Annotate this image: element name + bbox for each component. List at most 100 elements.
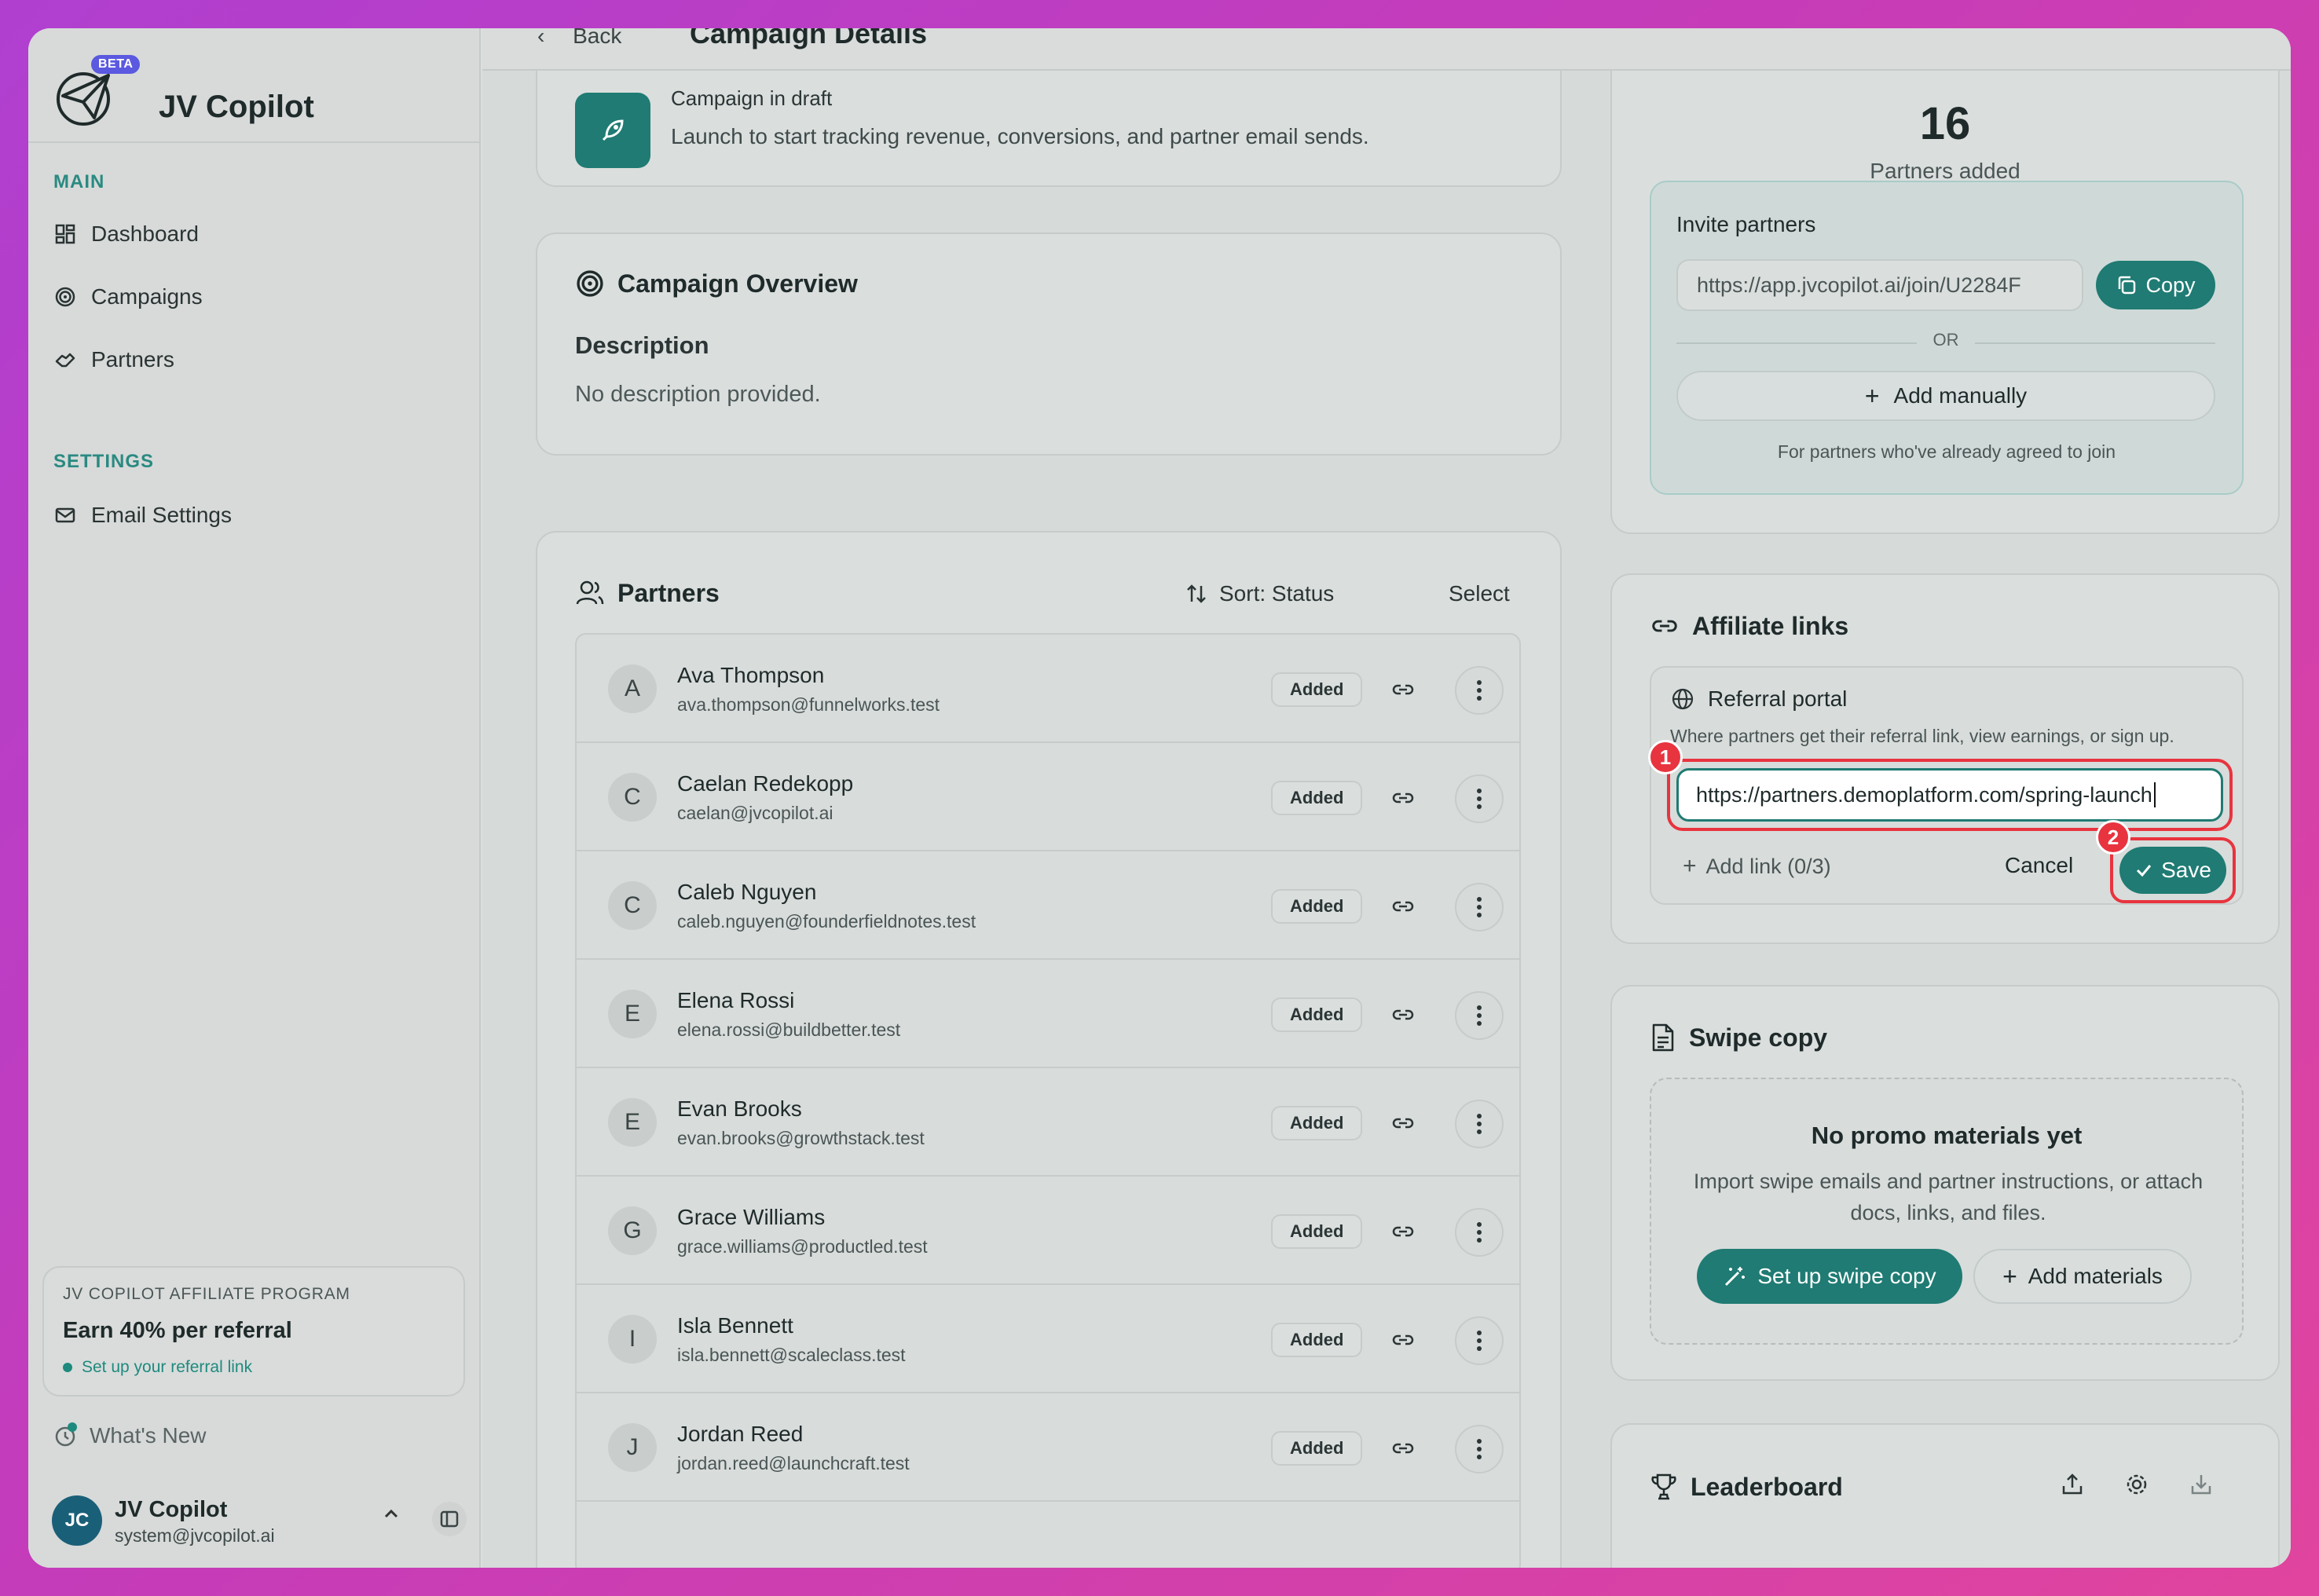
referral-portal-label: Referral portal: [1708, 686, 1848, 711]
sidebar-panel-icon: [440, 1510, 459, 1528]
partners-stats-card: 16 Partners added Invite partners https:…: [1610, 28, 2280, 534]
link-icon[interactable]: [1389, 1109, 1417, 1137]
referral-url-input[interactable]: https://partners.demoplatform.com/spring…: [1676, 768, 2223, 822]
link-icon[interactable]: [1389, 892, 1417, 921]
section-label-main: MAIN: [53, 171, 105, 192]
link-icon[interactable]: [1389, 1217, 1417, 1246]
copy-button[interactable]: Copy: [2096, 261, 2215, 309]
more-options-icon[interactable]: [1455, 1208, 1504, 1257]
sidebar-item-dashboard[interactable]: Dashboard: [53, 210, 462, 258]
top-bar: ‹ Back Campaign Details: [482, 28, 2291, 71]
more-options-icon[interactable]: [1455, 666, 1504, 715]
setup-swipe-label: Set up swipe copy: [1757, 1264, 1936, 1288]
check-icon: [2134, 861, 2153, 880]
handshake-icon: [53, 348, 77, 372]
list-item[interactable]: C Caleb Nguyen caleb.nguyen@founderfield…: [577, 851, 1519, 960]
back-button[interactable]: ‹ Back: [537, 28, 621, 49]
more-options-icon[interactable]: [1455, 883, 1504, 932]
partner-email: elena.rossi@buildbetter.test: [677, 1019, 901, 1040]
status-badge: Added: [1271, 1214, 1363, 1249]
card-title: Affiliate links: [1650, 611, 1848, 641]
link-icon[interactable]: [1389, 1434, 1417, 1462]
status-badge: Added: [1271, 1431, 1363, 1466]
sidebar-item-email-settings[interactable]: Email Settings: [53, 492, 462, 539]
sort-button[interactable]: Sort: Status: [1185, 581, 1334, 606]
sidebar-item-partners[interactable]: Partners: [53, 336, 462, 383]
brand[interactable]: BETA JV Copilot: [53, 52, 462, 138]
page-title: Campaign Details: [690, 28, 928, 49]
draft-description: Launch to start tracking revenue, conver…: [671, 124, 1369, 148]
more-options-icon[interactable]: [1455, 1100, 1504, 1148]
share-icon[interactable]: [2060, 1472, 2085, 1497]
promo-link[interactable]: Set up your referral link: [63, 1358, 445, 1377]
main-content: ‹ Back Campaign Details Campaign in draf…: [482, 28, 2291, 1568]
partner-email: caelan@jvcopilot.ai: [677, 803, 833, 823]
link-icon[interactable]: [1389, 1001, 1417, 1029]
more-options-icon[interactable]: [1455, 991, 1504, 1040]
partner-email: caleb.nguyen@founderfieldnotes.test: [677, 911, 976, 932]
list-item[interactable]: E Elena Rossi elena.rossi@buildbetter.te…: [577, 960, 1519, 1068]
status-badge: Added: [1271, 889, 1363, 924]
affiliate-promo-card[interactable]: JV COPILOT AFFILIATE PROGRAM Earn 40% pe…: [42, 1266, 465, 1396]
list-item[interactable]: G Grace Williams grace.williams@productl…: [577, 1177, 1519, 1285]
invite-link-input[interactable]: https://app.jvcopilot.ai/join/U2284F: [1676, 259, 2083, 311]
list-item[interactable]: J Jordan Reed jordan.reed@launchcraft.te…: [577, 1393, 1519, 1502]
more-options-icon[interactable]: [1455, 1425, 1504, 1473]
beta-badge: BETA: [91, 55, 141, 74]
leaderboard-actions: [2060, 1472, 2214, 1497]
list-item[interactable]: E Evan Brooks evan.brooks@growthstack.te…: [577, 1068, 1519, 1177]
partners-title: Partners: [617, 578, 720, 607]
partner-email: grace.williams@productled.test: [677, 1236, 928, 1257]
more-options-icon[interactable]: [1455, 1316, 1504, 1365]
sidebar-item-label: Campaigns: [91, 284, 203, 309]
highlight-box: Save: [2110, 837, 2236, 903]
affiliate-title: Affiliate links: [1692, 611, 1849, 640]
download-icon[interactable]: [2189, 1472, 2214, 1497]
plus-icon: +: [2002, 1261, 2017, 1290]
invite-note: For partners who've already agreed to jo…: [1777, 441, 2116, 462]
target-icon: [575, 269, 605, 298]
user-name: JV Copilot: [115, 1497, 228, 1522]
sidebar-item-campaigns[interactable]: Campaigns: [53, 273, 462, 320]
select-button[interactable]: Select: [1449, 581, 1510, 606]
invite-title: Invite partners: [1676, 212, 1816, 236]
text-caret: [2153, 782, 2156, 807]
or-divider: OR: [1676, 330, 2215, 355]
app-window: BETA JV Copilot MAIN Dashboard Campaigns…: [28, 28, 2291, 1568]
plus-icon: +: [1864, 381, 1880, 410]
setup-swipe-copy-button[interactable]: Set up swipe copy: [1697, 1249, 1962, 1304]
add-link-button[interactable]: + Add link (0/3): [1683, 853, 1831, 880]
add-manually-label: Add manually: [1893, 383, 2028, 408]
partner-name: Caelan Redekopp: [677, 771, 854, 796]
user-menu[interactable]: JC JV Copilot system@jvcopilot.ai: [52, 1489, 468, 1552]
cancel-button[interactable]: Cancel: [2005, 853, 2073, 878]
partner-name: Isla Bennett: [677, 1313, 793, 1338]
more-options-icon[interactable]: [1455, 774, 1504, 823]
partner-name: Elena Rossi: [677, 988, 795, 1012]
avatar: G: [608, 1206, 657, 1255]
list-item[interactable]: C Caelan Redekopp caelan@jvcopilot.ai Ad…: [577, 743, 1519, 851]
link-icon[interactable]: [1389, 1326, 1417, 1354]
save-button[interactable]: Save: [2119, 847, 2226, 894]
avatar: E: [608, 1098, 657, 1147]
overview-title: Campaign Overview: [617, 269, 858, 298]
add-materials-button[interactable]: + Add materials: [1973, 1249, 2192, 1304]
list-item[interactable]: I Isla Bennett isla.bennett@scaleclass.t…: [577, 1285, 1519, 1393]
whats-new-label: What's New: [90, 1423, 207, 1448]
whats-new-link[interactable]: What's New: [53, 1422, 207, 1448]
chevron-up-icon[interactable]: [382, 1505, 401, 1529]
draft-title: Campaign in draft: [671, 86, 833, 110]
partner-email: isla.bennett@scaleclass.test: [677, 1345, 906, 1365]
add-manually-button[interactable]: + Add manually: [1676, 371, 2215, 421]
toggle-sidebar-button[interactable]: [432, 1502, 467, 1536]
sidebar-item-label: Dashboard: [91, 221, 199, 246]
empty-state-title: No promo materials yet: [1811, 1122, 2083, 1149]
list-item[interactable]: A Ava Thompson ava.thompson@funnelworks.…: [577, 635, 1519, 743]
invite-partners-box: Invite partners https://app.jvcopilot.ai…: [1650, 181, 2244, 495]
partners-list: A Ava Thompson ava.thompson@funnelworks.…: [575, 633, 1521, 1568]
link-icon[interactable]: [1389, 784, 1417, 812]
affiliate-links-card: Affiliate links Referral portal Where pa…: [1610, 573, 2280, 944]
gear-icon[interactable]: [2124, 1472, 2149, 1497]
avatar: C: [608, 773, 657, 822]
link-icon[interactable]: [1389, 675, 1417, 704]
